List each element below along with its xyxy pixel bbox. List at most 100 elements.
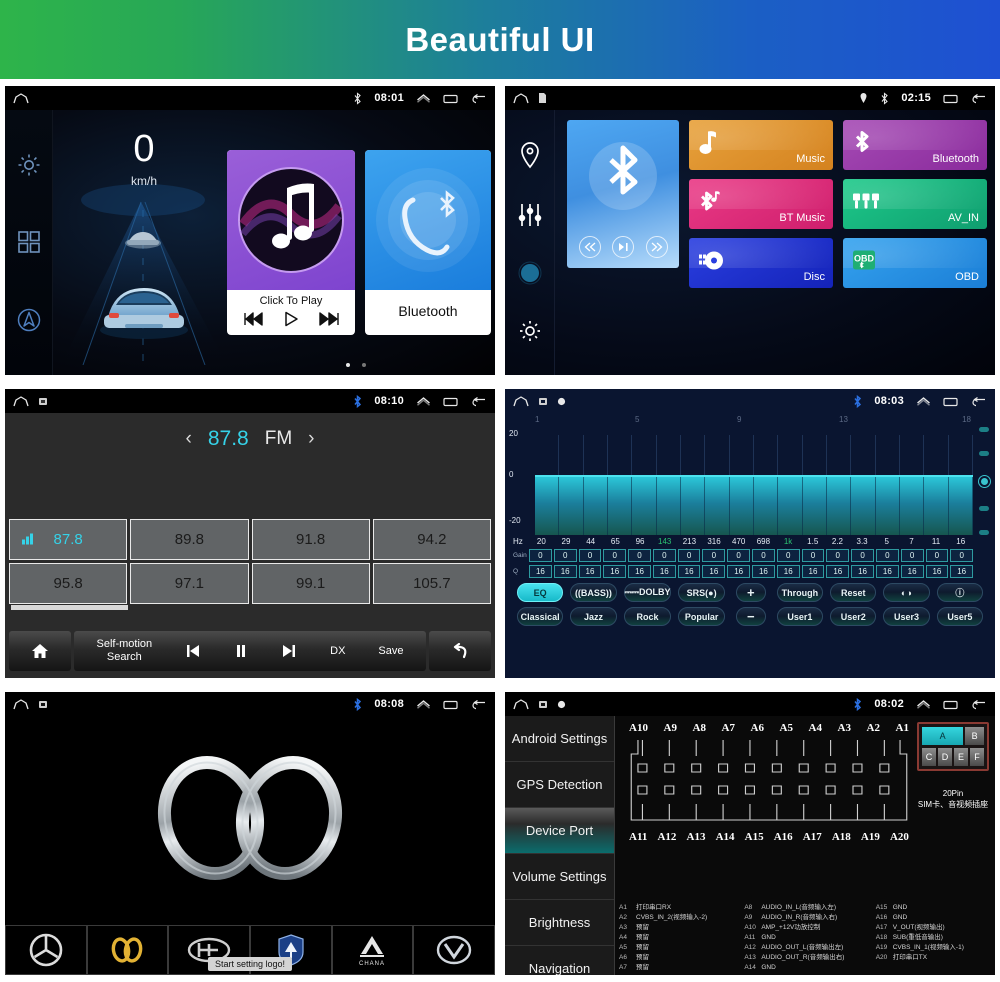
up-chevron-icon[interactable] (416, 396, 431, 406)
q-cell[interactable]: 16 (727, 565, 751, 578)
reset-button[interactable]: Reset (830, 583, 877, 602)
preset-button[interactable]: 89.8 (130, 519, 249, 560)
apps-grid-icon[interactable] (16, 229, 42, 255)
jazz-button[interactable]: Jazz (570, 607, 617, 626)
preset-button[interactable]: 99.1 (251, 563, 370, 604)
gain-cell[interactable]: 0 (603, 549, 627, 562)
q-cell[interactable]: 16 (529, 565, 552, 578)
gain-cell[interactable]: 0 (628, 549, 651, 562)
increase-button[interactable]: + (735, 583, 766, 602)
gain-cell[interactable]: 0 (851, 549, 874, 562)
gain-cell[interactable]: 0 (925, 549, 949, 562)
prev-icon[interactable] (578, 236, 601, 258)
prev-station-button[interactable]: ‹ (186, 428, 192, 450)
gain-cell[interactable]: 0 (801, 549, 825, 562)
sidebar-item-android-settings[interactable]: Android Settings (505, 716, 614, 762)
up-chevron-icon[interactable] (416, 699, 431, 709)
dolby-button[interactable]: ⎓⎓DOLBY (623, 583, 672, 602)
pause-icon[interactable] (234, 644, 248, 658)
gain-cell[interactable]: 0 (776, 549, 800, 562)
up-chevron-icon[interactable] (916, 396, 931, 406)
gear-icon[interactable] (16, 152, 42, 178)
srs-button[interactable]: SRS(●) (678, 583, 725, 602)
up-chevron-icon[interactable] (416, 93, 431, 103)
rock-button[interactable]: Rock (623, 607, 672, 626)
home-icon[interactable] (13, 698, 29, 710)
back-button[interactable] (429, 631, 491, 671)
navigation-icon[interactable] (16, 307, 42, 333)
gain-cell[interactable]: 0 (900, 549, 924, 562)
sidebar-item-volume-settings[interactable]: Volume Settings (505, 854, 614, 900)
q-cell[interactable]: 16 (603, 565, 627, 578)
user5-button[interactable]: User5 (936, 607, 983, 626)
home-icon[interactable] (13, 395, 29, 407)
user1-button[interactable]: User1 (776, 607, 824, 626)
connector-key-f[interactable]: F (970, 748, 984, 766)
gain-cell[interactable]: 0 (702, 549, 726, 562)
gain-cell[interactable]: 0 (875, 549, 899, 562)
slider-knob[interactable] (978, 475, 990, 487)
q-cell[interactable]: 16 (925, 565, 949, 578)
gain-cell[interactable]: 0 (752, 549, 775, 562)
save-button[interactable]: Save (378, 645, 403, 658)
gain-cell[interactable]: 0 (578, 549, 602, 562)
user3-button[interactable]: User3 (883, 607, 930, 626)
connector-key-c[interactable]: C (922, 748, 936, 766)
bluetooth-tile[interactable]: Bluetooth (365, 150, 491, 335)
q-cell[interactable]: 16 (801, 565, 825, 578)
back-icon[interactable] (471, 699, 487, 710)
play-pause-icon[interactable] (612, 236, 634, 258)
q-cell[interactable]: 16 (652, 565, 676, 578)
preset-button[interactable]: 97.1 (130, 563, 249, 604)
logo-option-changan-v[interactable] (413, 925, 495, 975)
decrease-button[interactable]: − (735, 607, 766, 626)
preset-button[interactable]: 105.7 (372, 563, 491, 604)
app-disc[interactable]: Disc (689, 238, 833, 288)
recents-icon[interactable] (943, 699, 959, 710)
gain-cell[interactable]: 0 (553, 549, 577, 562)
app-obd[interactable]: OBD OBD (843, 238, 987, 288)
back-icon[interactable] (471, 396, 487, 407)
page-dot-active[interactable] (346, 363, 350, 367)
gain-cell[interactable]: 0 (652, 549, 676, 562)
preset-button[interactable]: 87.8 (9, 519, 128, 560)
q-cell[interactable]: 16 (950, 565, 974, 578)
gear-icon[interactable] (517, 318, 543, 344)
self-motion-search-button[interactable]: Self-motion Search (97, 638, 153, 663)
preset-button[interactable]: 94.2 (372, 519, 491, 560)
back-icon[interactable] (471, 93, 487, 104)
q-cell[interactable]: 16 (752, 565, 775, 578)
home-icon[interactable] (513, 698, 529, 710)
sidebar-item-device-port[interactable]: Device Port (505, 808, 614, 854)
dot-indicator[interactable] (518, 261, 542, 285)
eq-mode-button[interactable]: EQ (517, 583, 564, 602)
gain-cell[interactable]: 0 (677, 549, 701, 562)
play-icon[interactable] (283, 311, 299, 327)
home-icon[interactable] (513, 395, 529, 407)
recents-icon[interactable] (943, 93, 959, 104)
recents-icon[interactable] (443, 699, 459, 710)
app-music[interactable]: Music (689, 120, 833, 170)
recents-icon[interactable] (443, 93, 459, 104)
q-cell[interactable]: 16 (900, 565, 924, 578)
balance-button[interactable]: ◐◑ (883, 583, 930, 602)
next-icon[interactable] (319, 312, 339, 326)
gain-cell[interactable]: 0 (727, 549, 751, 562)
app-bluetooth[interactable]: Bluetooth (843, 120, 987, 170)
back-icon[interactable] (971, 699, 987, 710)
prev-icon[interactable] (243, 312, 263, 326)
classical-button[interactable]: Classical (517, 607, 564, 626)
logo-option-mercedes[interactable] (5, 925, 87, 975)
q-cell[interactable]: 16 (875, 565, 899, 578)
page-dot[interactable] (362, 363, 366, 367)
prev-icon[interactable] (185, 644, 201, 658)
next-icon[interactable] (281, 644, 297, 658)
dx-button[interactable]: DX (330, 645, 345, 658)
connector-key-e[interactable]: E (954, 748, 968, 766)
scroll-indicator[interactable] (11, 605, 128, 610)
next-icon[interactable] (645, 236, 668, 258)
q-cell[interactable]: 16 (628, 565, 651, 578)
q-cell[interactable]: 16 (553, 565, 577, 578)
logo-option-baic-gold[interactable] (86, 925, 169, 975)
equalizer-icon[interactable] (517, 202, 543, 228)
